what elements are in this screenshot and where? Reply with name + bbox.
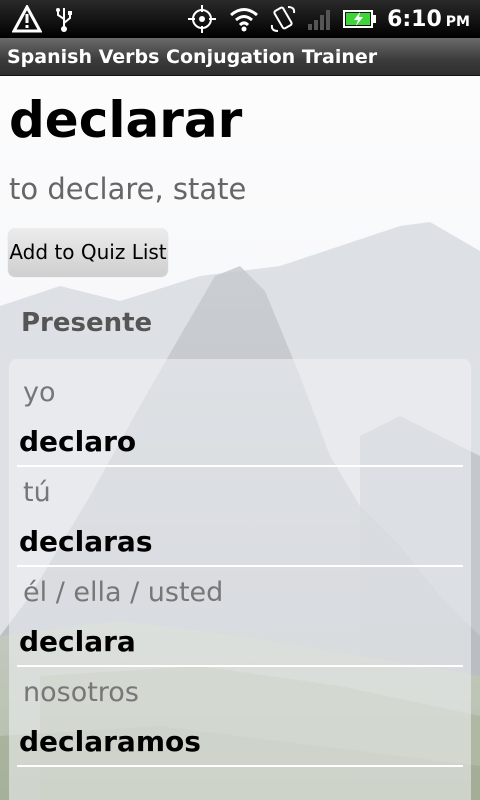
status-bar: 6:10 PM xyxy=(0,0,480,38)
conjugation-row-nosotros: nosotros declaramos xyxy=(9,659,471,767)
alert-triangle-icon xyxy=(12,5,42,33)
verb-detail-screen[interactable]: declarar to declare, state Add to Quiz L… xyxy=(0,76,480,800)
conjugation-row-el-ella-usted: él / ella / usted declara xyxy=(9,559,471,667)
battery-icon xyxy=(343,9,377,29)
conjugation-table: yo declaro tú declaras él / ella / usted… xyxy=(9,359,471,800)
rotate-icon xyxy=(269,5,297,33)
verb-infinitive: declarar xyxy=(9,91,243,149)
clock-time: 6:10 xyxy=(387,6,442,32)
app-title-bar: Spanish Verbs Conjugation Trainer xyxy=(0,38,480,76)
gps-icon xyxy=(185,4,219,34)
usb-icon xyxy=(54,5,74,33)
add-to-quiz-list-button[interactable]: Add to Quiz List xyxy=(8,228,168,276)
conjugated-form: declara xyxy=(19,625,136,658)
wifi-icon xyxy=(229,6,259,32)
app-title: Spanish Verbs Conjugation Trainer xyxy=(7,45,378,68)
clock-ampm: PM xyxy=(445,13,470,30)
conjugation-row-yo: yo declaro xyxy=(9,359,471,467)
pronoun-label: nosotros xyxy=(23,677,139,708)
tense-header: Presente xyxy=(21,308,153,338)
pronoun-label: yo xyxy=(23,377,56,408)
row-divider xyxy=(17,765,463,767)
conjugated-form: declaras xyxy=(19,525,153,558)
verb-meaning: to declare, state xyxy=(9,172,247,206)
pronoun-label: él / ella / usted xyxy=(23,577,224,608)
conjugated-form: declaramos xyxy=(19,725,201,758)
status-clock: 6:10 PM xyxy=(387,7,470,32)
pronoun-label: tú xyxy=(23,477,51,508)
conjugation-row-tu: tú declaras xyxy=(9,459,471,567)
signal-icon xyxy=(307,7,333,31)
conjugated-form: declaro xyxy=(19,425,137,458)
